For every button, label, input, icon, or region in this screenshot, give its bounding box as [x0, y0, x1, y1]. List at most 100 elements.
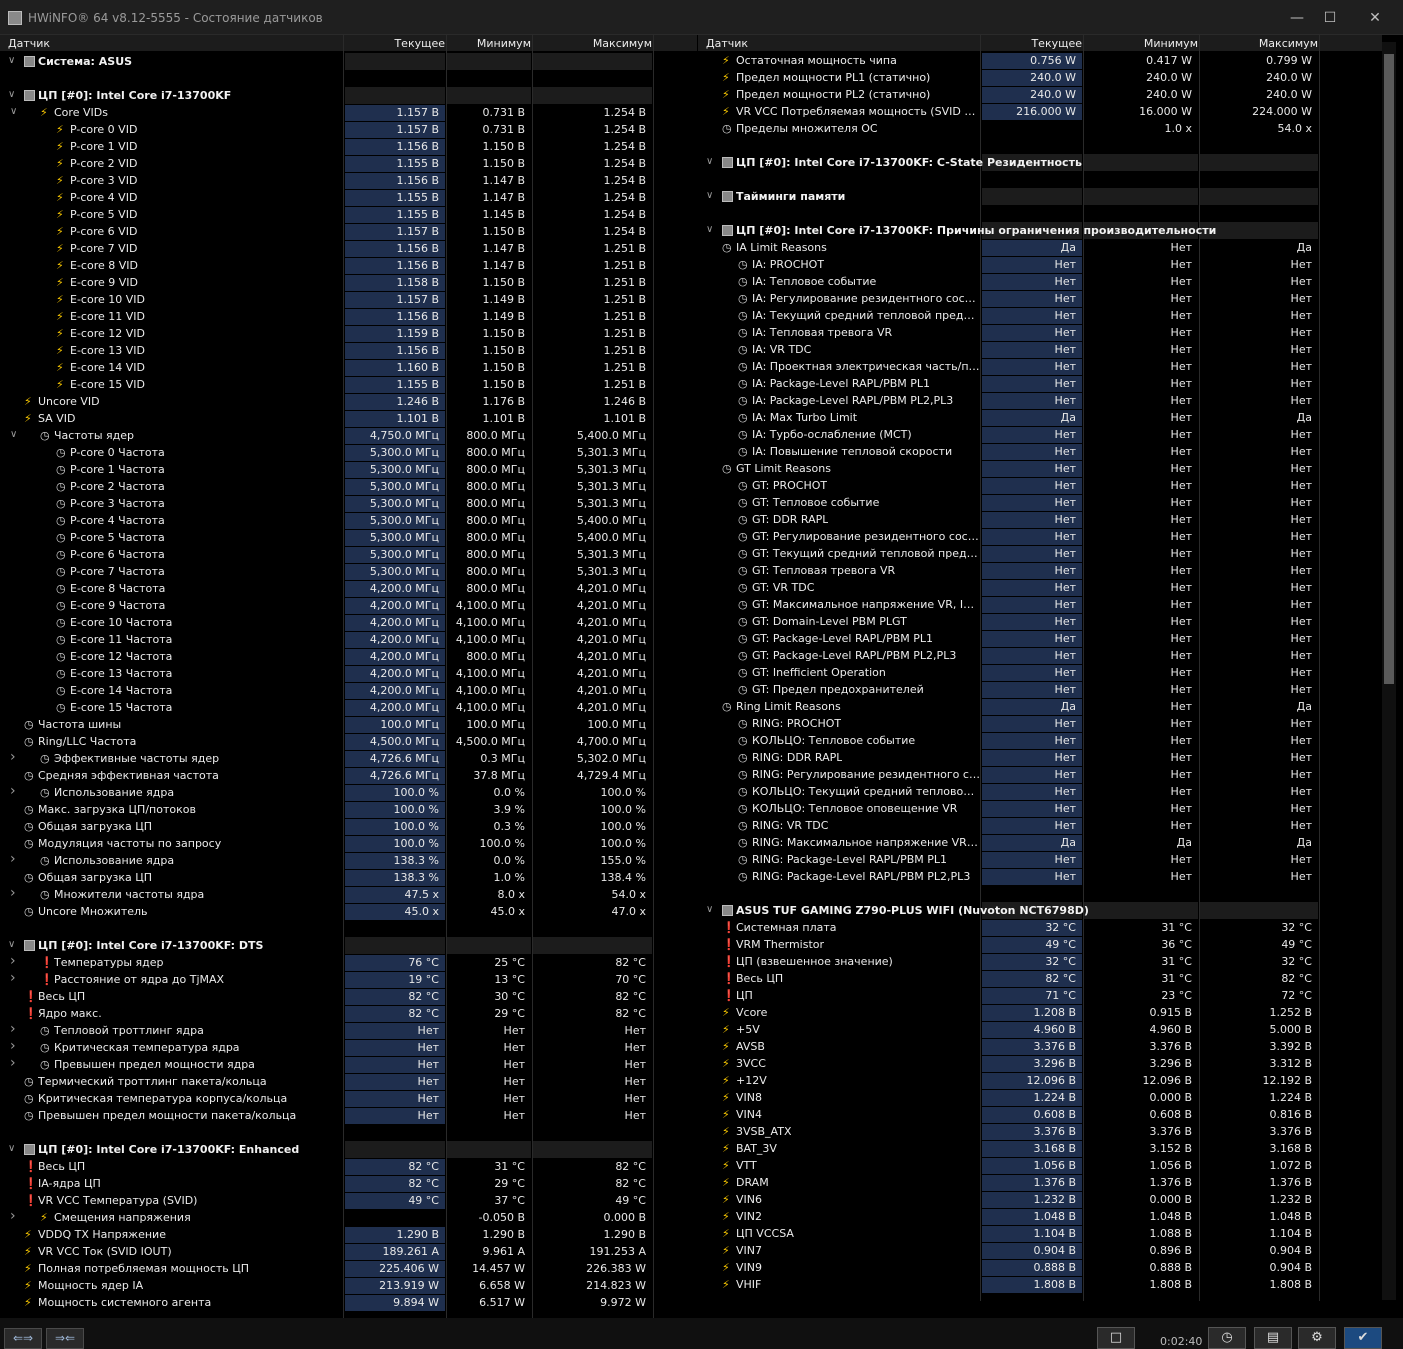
sensor-row[interactable]: ⚡ P-core 3 VID 1.156 В 1.147 В 1.254 В — [0, 172, 697, 189]
sensor-row[interactable]: ⚡ AVSB 3.376 В 3.376 В 3.392 В — [698, 1038, 1382, 1055]
sensor-row[interactable]: ⚡ VHIF 1.808 В 1.808 В 1.808 В — [698, 1276, 1382, 1293]
sensor-row[interactable]: ◷ IA: VR TDC Нет Нет Нет — [698, 341, 1382, 358]
sensor-row[interactable]: ⚡ SA VID 1.101 В 1.101 В 1.101 В — [0, 410, 697, 427]
minimize-icon[interactable]: — — [1284, 5, 1310, 31]
sensor-row[interactable]: ⚡ Uncore VID 1.246 В 1.176 В 1.246 В — [0, 393, 697, 410]
sensor-row[interactable]: ⚡ Мощность системного агента 9.894 W 6.517 … — [0, 1294, 697, 1311]
column-sensor[interactable]: Датчик — [706, 37, 748, 50]
chevron-down-icon[interactable]: ∨ — [698, 462, 699, 473]
sensor-row[interactable]: ❗ Системная плата 32 °C 31 °C 32 °C — [698, 919, 1382, 936]
sensor-row[interactable]: ⚡ E-core 14 VID 1.160 В 1.150 В 1.251 В — [0, 359, 697, 376]
sensor-row[interactable]: ∨ ◷ GT Limit Reasons Нет Нет Нет — [698, 460, 1382, 477]
sensor-row[interactable]: ◷ RING: VR TDC Нет Нет Нет — [698, 817, 1382, 834]
sensor-row[interactable]: ◷ RING: Package-Level RAPL/PBM PL1 Нет Нет Н… — [698, 851, 1382, 868]
chevron-right-icon[interactable]: › — [10, 1055, 16, 1071]
sensor-row[interactable]: ∨ ◷ IA Limit Reasons Да Нет Да — [698, 239, 1382, 256]
sensor-row[interactable]: ⚡ VIN7 0.904 В 0.896 В 0.904 В — [698, 1242, 1382, 1259]
sensor-row[interactable]: ◷ Модуляция частоты по запросу 100.0 % 100.… — [0, 835, 697, 852]
section-header[interactable]: ∨ ASUS TUF GAMING Z790-PLUS WIFI (Nuvoton… — [698, 902, 1382, 919]
sensor-row[interactable]: ◷ GT: Тепловое событие Нет Нет Нет — [698, 494, 1382, 511]
left-sensor-panel[interactable]: Датчик Текущее Минимум Максимум ∨ Система: AS… — [0, 35, 697, 1318]
sensor-row[interactable]: ⚡ Полная потребляемая мощность ЦП 225.406 … — [0, 1260, 697, 1277]
column-max[interactable]: Максимум — [593, 37, 652, 50]
chevron-right-icon[interactable]: › — [10, 1021, 16, 1037]
sensor-row[interactable]: ◷ P-core 2 Частота 5,300.0 МГц 800.0 МГц 5,3… — [0, 478, 697, 495]
sensor-row[interactable]: ◷ P-core 3 Частота 5,300.0 МГц 800.0 МГц 5,3… — [0, 495, 697, 512]
sensor-row[interactable]: ⚡ P-core 1 VID 1.156 В 1.150 В 1.254 В — [0, 138, 697, 155]
section-header[interactable]: ∨ ЦП [#0]: Intel Core i7-13700KF — [0, 87, 697, 104]
column-min[interactable]: Минимум — [477, 37, 531, 50]
sensor-row[interactable]: ∨ ◷ Частоты ядер 4,750.0 МГц 800.0 МГц 5,400.… — [0, 427, 697, 444]
sensor-row[interactable]: ◷ RING: Регулирование резидентного сост… Н… — [698, 766, 1382, 783]
chevron-down-icon[interactable]: ∨ — [10, 106, 17, 117]
sensor-row[interactable]: ›◷Пределы множителя ОС1.0 x54.0 x — [698, 120, 1382, 137]
chevron-right-icon[interactable]: › — [10, 783, 16, 799]
sensor-row[interactable]: ◷ Макс. загрузка ЦП/потоков 100.0 % 3.9 % 10… — [0, 801, 697, 818]
maximize-icon[interactable]: ☐ — [1317, 5, 1343, 31]
sensor-row[interactable]: ⚡ VDDQ TX Напряжение 1.290 В 1.290 В 1.290 В — [0, 1226, 697, 1243]
sensor-row[interactable]: ◷ GT: Текущий средний тепловой предел (… Н… — [698, 545, 1382, 562]
chevron-down-icon[interactable]: ∨ — [10, 429, 17, 440]
sensor-row[interactable]: ◷ P-core 6 Частота 5,300.0 МГц 800.0 МГц 5,3… — [0, 546, 697, 563]
scrollbar-thumb[interactable] — [1384, 54, 1394, 684]
sensor-row[interactable]: ⚡ VIN4 0.608 В 0.608 В 0.816 В — [698, 1106, 1382, 1123]
sensor-row[interactable]: ⚡ Мощность ядер IA 213.919 W 6.658 W 214.823… — [0, 1277, 697, 1294]
sensor-row[interactable]: ⚡ VIN8 1.224 В 0.000 В 1.224 В — [698, 1089, 1382, 1106]
chevron-right-icon[interactable]: › — [10, 953, 16, 969]
sensor-row[interactable]: › ◷ Превышен предел мощности ядра Нет Нет Нет — [0, 1055, 697, 1073]
sensor-row[interactable]: ⚡ E-core 15 VID 1.155 В 1.150 В 1.251 В — [0, 376, 697, 393]
column-sensor[interactable]: Датчик — [8, 37, 50, 50]
sensor-row[interactable]: ◷ Средняя эффективная частота 4,726.6 МГц 3… — [0, 767, 697, 784]
sensor-row[interactable]: ◷ RING: PROCHOT Нет Нет Нет — [698, 715, 1382, 732]
column-current[interactable]: Текущее — [1031, 37, 1082, 50]
sensor-row[interactable]: ◷ GT: PROCHOT Нет Нет Нет — [698, 477, 1382, 494]
sensor-row[interactable]: ◷ IA: PROCHOT Нет Нет Нет — [698, 256, 1382, 273]
sensor-row[interactable]: ◷ IA: Регулирование резидентного состоя… Н… — [698, 290, 1382, 307]
sensor-row[interactable]: ◷ Общая загрузка ЦП 138.3 % 1.0 % 138.4 % — [0, 869, 697, 886]
sensor-row[interactable]: ⚡ P-core 4 VID 1.155 В 1.147 В 1.254 В — [0, 189, 697, 206]
sensor-row[interactable]: ⚡ P-core 7 VID 1.156 В 1.147 В 1.251 В — [0, 240, 697, 257]
sensor-row[interactable]: ◷ E-core 11 Частота 4,200.0 МГц 4,100.0 МГц… — [0, 631, 697, 648]
sensor-row[interactable]: ⚡ Остаточная мощность чипа 0.756 W 0.417 W 0… — [698, 52, 1382, 69]
sensor-row[interactable]: ◷ GT: Регулирование резидентного состоя… Н… — [698, 528, 1382, 545]
close-icon[interactable]: ✕ — [1362, 5, 1388, 31]
sensor-row[interactable]: ◷ RING: DDR RAPL Нет Нет Нет — [698, 749, 1382, 766]
section-header[interactable]: ∨ ЦП [#0]: Intel Core i7-13700KF: Enhance… — [0, 1141, 697, 1158]
sensor-row[interactable]: ⚡ Vcore 1.208 В 0.915 В 1.252 В — [698, 1004, 1382, 1021]
sensor-row[interactable]: ❗ ЦП 71 °C 23 °C 72 °C — [698, 987, 1382, 1004]
sensor-row[interactable]: ◷ КОЛЬЦО: Тепловое оповещение VR Нет Нет Нет — [698, 800, 1382, 817]
chevron-down-icon[interactable]: ∨ — [706, 190, 713, 201]
column-current[interactable]: Текущее — [394, 37, 445, 50]
sensor-row[interactable]: ⚡ ЦП VCCSA 1.104 В 1.088 В 1.104 В — [698, 1225, 1382, 1242]
close-sensors-icon[interactable]: ✔ — [1344, 1327, 1382, 1349]
sensor-row[interactable]: ◷ IA: Турбо-ослабление (MCT) Нет Нет Нет — [698, 426, 1382, 443]
sensor-row[interactable]: ◷ E-core 13 Частота 4,200.0 МГц 4,100.0 МГц… — [0, 665, 697, 682]
sensor-row[interactable]: ◷ RING: Package-Level RAPL/PBM PL2,PL3 Нет… — [698, 868, 1382, 885]
split-view-icon[interactable]: ⇒⇐ — [46, 1328, 84, 1349]
sensor-row[interactable]: ◷ GT: Package-Level RAPL/PBM PL2,PL3 Нет Не… — [698, 647, 1382, 664]
section-header[interactable]: ∨ Тайминги памяти — [698, 188, 1382, 205]
sensor-row[interactable]: ∨ ◷ Ring Limit Reasons Да Нет Да — [698, 698, 1382, 715]
sensor-row[interactable]: ⚡ P-core 6 VID 1.157 В 1.150 В 1.254 В — [0, 223, 697, 240]
sensor-row[interactable]: ◷ IA: Package-Level RAPL/PBM PL1 Нет Нет Нет — [698, 375, 1382, 392]
sensor-row[interactable]: ◷ RING: Максимальное напряжение VR, IC… Да… — [698, 834, 1382, 851]
column-max[interactable]: Максимум — [1259, 37, 1318, 50]
section-header[interactable]: ∨ ЦП [#0]: Intel Core i7-13700KF: C-State… — [698, 154, 1382, 171]
sensor-row[interactable]: ◷ GT: Package-Level RAPL/PBM PL1 Нет Нет Нет — [698, 630, 1382, 647]
section-header[interactable]: ∨ Система: ASUS — [0, 53, 697, 70]
sensor-row[interactable]: ⚡ Предел мощности PL2 (статично) 240.0 W 24… — [698, 86, 1382, 103]
chevron-down-icon[interactable]: ∨ — [706, 904, 713, 915]
sensor-row[interactable]: ◷ P-core 1 Частота 5,300.0 МГц 800.0 МГц 5,3… — [0, 461, 697, 478]
sensor-row[interactable]: › ◷ Множители частоты ядра 47.5 x 8.0 x 54.0 … — [0, 885, 697, 903]
report-icon[interactable]: ▤ — [1254, 1327, 1292, 1349]
sensor-row[interactable]: ◷ КОЛЬЦО: Тепловое событие Нет Нет Нет — [698, 732, 1382, 749]
sensor-row[interactable]: ⚡ +12V 12.096 В 12.096 В 12.192 В — [698, 1072, 1382, 1089]
sensor-row[interactable]: ⚡ VIN6 1.232 В 0.000 В 1.232 В — [698, 1191, 1382, 1208]
sensor-row[interactable]: ❗ VR VCC Температура (SVID) 49 °C 37 °C 49 °… — [0, 1192, 697, 1209]
collapse-left-icon[interactable]: ⇐⇒ — [4, 1328, 42, 1349]
sensor-row[interactable]: ◷ P-core 5 Частота 5,300.0 МГц 800.0 МГц 5,4… — [0, 529, 697, 546]
sensor-row[interactable]: ◷ E-core 8 Частота 4,200.0 МГц 800.0 МГц 4,2… — [0, 580, 697, 597]
sensor-row[interactable]: ◷ E-core 9 Частота 4,200.0 МГц 4,100.0 МГц 4… — [0, 597, 697, 614]
sensor-row[interactable]: ◷ GT: Inefficient Operation Нет Нет Нет — [698, 664, 1382, 681]
sensor-row[interactable]: › ◷ Тепловой троттлинг ядра Нет Нет Нет — [0, 1021, 697, 1039]
